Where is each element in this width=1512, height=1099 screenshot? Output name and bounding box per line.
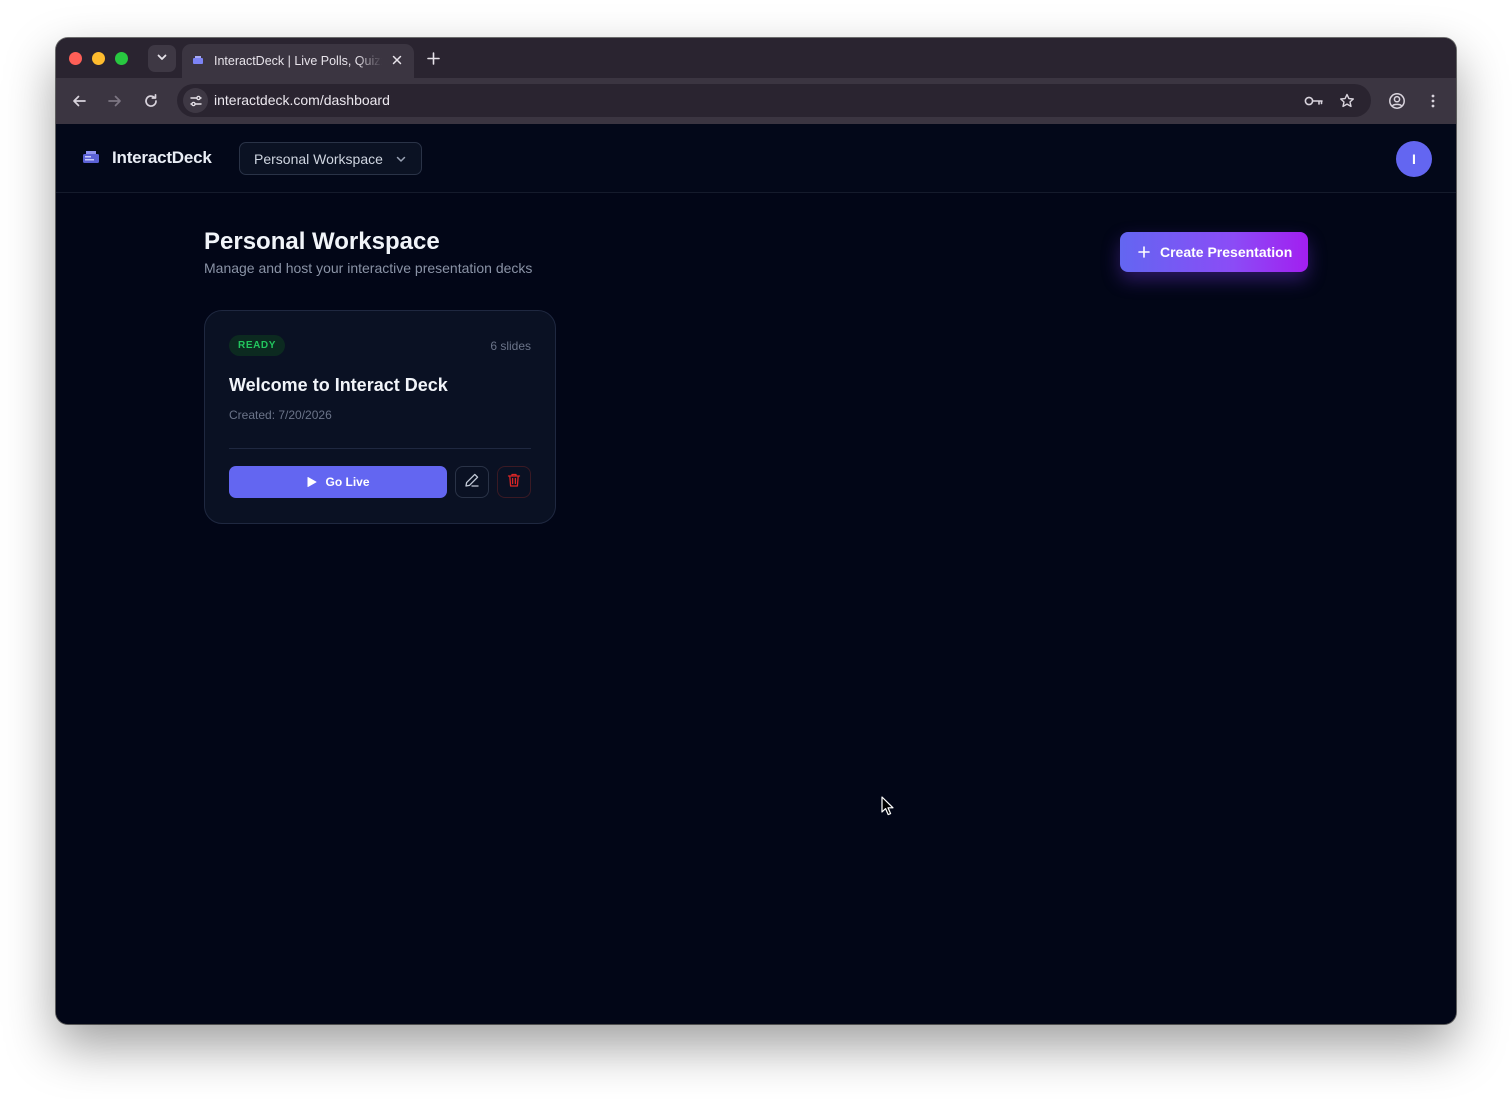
tab-title: InteractDeck | Live Polls, Quizzes xyxy=(214,54,382,68)
page: InteractDeck Personal Workspace I Person… xyxy=(56,124,1456,1024)
password-key-icon[interactable] xyxy=(1304,91,1324,111)
delete-button[interactable] xyxy=(497,466,531,498)
go-live-button[interactable]: Go Live xyxy=(229,466,447,498)
trash-icon xyxy=(506,472,522,493)
page-title: Personal Workspace xyxy=(204,228,440,255)
edit-button[interactable] xyxy=(455,466,489,498)
presentation-title: Welcome to Interact Deck xyxy=(229,375,448,395)
browser-toolbar: interactdeck.com/dashboard xyxy=(56,78,1456,124)
profile-icon[interactable] xyxy=(1387,91,1407,111)
url-text: interactdeck.com/dashboard xyxy=(214,92,390,108)
close-window-button[interactable] xyxy=(69,52,82,65)
plus-icon xyxy=(1138,246,1150,258)
create-presentation-label: Create Presentation xyxy=(1160,244,1293,260)
chevron-down-icon xyxy=(395,153,407,165)
reload-icon[interactable] xyxy=(141,91,161,111)
go-live-label: Go Live xyxy=(325,475,370,489)
browser-window: InteractDeck | Live Polls, Quizzes inter… xyxy=(56,38,1456,1024)
created-date: Created: 7/20/2026 xyxy=(229,408,332,422)
back-icon[interactable] xyxy=(69,91,89,111)
user-avatar[interactable]: I xyxy=(1396,141,1432,177)
address-bar[interactable]: interactdeck.com/dashboard xyxy=(177,84,1371,117)
slide-count: 6 slides xyxy=(490,339,531,353)
chevron-down-icon xyxy=(156,50,168,68)
create-presentation-button[interactable]: Create Presentation xyxy=(1120,232,1308,272)
page-subtitle: Manage and host your interactive present… xyxy=(204,260,533,276)
forward-icon[interactable] xyxy=(105,91,125,111)
play-icon xyxy=(306,476,318,488)
logo-icon xyxy=(82,149,100,165)
tab-search-button[interactable] xyxy=(148,45,176,72)
tab-strip: InteractDeck | Live Polls, Quizzes xyxy=(56,38,1456,78)
app-header: InteractDeck Personal Workspace I xyxy=(56,124,1456,193)
bookmark-star-icon[interactable] xyxy=(1337,91,1357,111)
favicon-icon xyxy=(192,55,204,67)
more-menu-icon[interactable] xyxy=(1423,91,1443,111)
minimize-window-button[interactable] xyxy=(92,52,105,65)
card-divider xyxy=(229,448,531,449)
site-info-icon[interactable] xyxy=(183,88,208,113)
brand-name[interactable]: InteractDeck xyxy=(112,148,212,168)
pencil-icon xyxy=(464,472,480,493)
workspace-selector[interactable]: Personal Workspace xyxy=(239,142,422,175)
close-icon[interactable] xyxy=(390,53,404,67)
browser-tab[interactable]: InteractDeck | Live Polls, Quizzes xyxy=(182,44,414,78)
mouse-cursor-icon xyxy=(881,796,895,816)
workspace-selector-label: Personal Workspace xyxy=(254,150,383,167)
status-badge: READY xyxy=(229,335,286,356)
presentation-card: READY 6 slides Welcome to Interact Deck … xyxy=(204,310,556,524)
new-tab-icon[interactable] xyxy=(425,50,441,66)
maximize-window-button[interactable] xyxy=(115,52,128,65)
